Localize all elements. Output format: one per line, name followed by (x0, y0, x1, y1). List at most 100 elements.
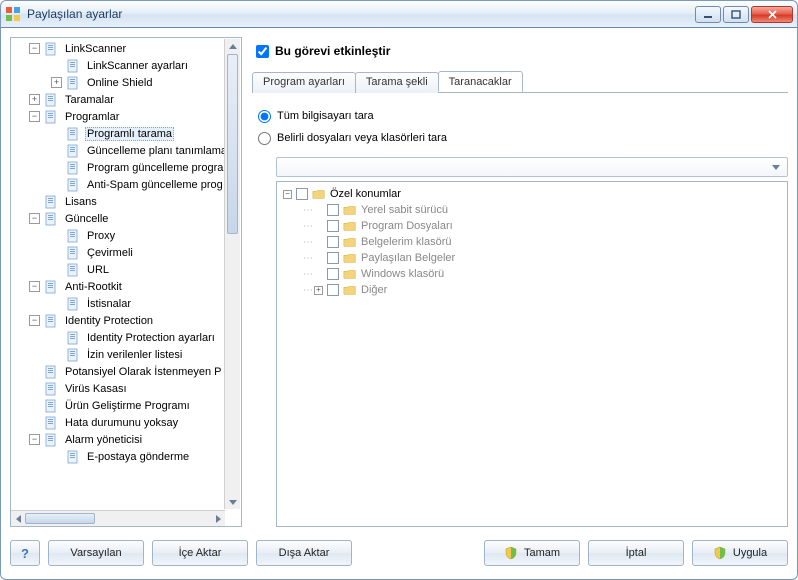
folder-icon (343, 204, 357, 216)
scroll-up-icon[interactable] (225, 39, 240, 53)
tree-line: ⋯ (303, 221, 312, 232)
scroll-thumb-vertical[interactable] (227, 54, 238, 234)
cancel-button[interactable]: İptal (588, 540, 684, 566)
tree-item[interactable]: E-postaya gönderme (11, 448, 241, 465)
radio-scan-selected-label[interactable]: Belirli dosyaları veya klasörleri tara (277, 132, 447, 144)
location-checkbox[interactable] (327, 204, 339, 216)
collapse-icon[interactable]: − (29, 434, 40, 445)
page-icon (65, 143, 81, 159)
tree-scrollbar-vertical[interactable] (224, 39, 240, 509)
import-label: İçe Aktar (179, 547, 222, 559)
tree-item[interactable]: İstisnalar (11, 295, 241, 312)
folder-icon (343, 220, 357, 232)
collapse-icon[interactable]: − (283, 190, 292, 199)
collapse-icon[interactable]: − (29, 43, 40, 54)
location-item[interactable]: ⋯Program Dosyaları (283, 218, 781, 234)
enable-task-label[interactable]: Bu görevi etkinleştir (275, 44, 390, 58)
tree-spacer (314, 254, 323, 263)
defaults-button[interactable]: Varsayılan (48, 540, 144, 566)
expand-icon[interactable]: + (314, 286, 323, 295)
location-checkbox[interactable] (327, 284, 339, 296)
location-checkbox[interactable] (327, 236, 339, 248)
page-icon (65, 58, 81, 74)
location-checkbox[interactable] (327, 268, 339, 280)
ok-button[interactable]: Tamam (484, 540, 580, 566)
path-combo[interactable] (276, 157, 788, 177)
tree-item[interactable]: Identity Protection ayarları (11, 329, 241, 346)
tree-item[interactable]: +Online Shield (11, 74, 241, 91)
tree-item[interactable]: − Anti-Rootkit (11, 278, 241, 295)
collapse-icon[interactable]: − (29, 213, 40, 224)
tree-item[interactable]: + Taramalar (11, 91, 241, 108)
scroll-left-icon[interactable] (11, 511, 25, 526)
radio-scan-all[interactable] (258, 110, 271, 123)
location-item[interactable]: ⋯+Diğer (283, 282, 781, 298)
page-icon (65, 126, 81, 142)
location-item[interactable]: −Özel konumlar (283, 186, 781, 202)
location-item[interactable]: ⋯Paylaşılan Belgeler (283, 250, 781, 266)
tree-item-label: Çevirmeli (85, 246, 135, 260)
collapse-icon[interactable]: − (29, 281, 40, 292)
tree-item[interactable]: Lisans (11, 193, 241, 210)
tree-scrollbar-horizontal[interactable] (11, 510, 225, 526)
collapse-icon[interactable]: − (29, 111, 40, 122)
tree-item[interactable]: Potansiyel Olarak İstenmeyen P (11, 363, 241, 380)
enable-task-checkbox[interactable] (256, 45, 269, 58)
tab-2[interactable]: Taranacaklar (438, 71, 523, 92)
expand-icon[interactable]: + (51, 77, 62, 88)
cancel-label: İptal (626, 547, 647, 559)
location-item[interactable]: ⋯Windows klasörü (283, 266, 781, 282)
scroll-right-icon[interactable] (211, 511, 225, 526)
location-checkbox[interactable] (327, 220, 339, 232)
tree-item[interactable]: Ürün Geliştirme Programı (11, 397, 241, 414)
collapse-icon[interactable]: − (29, 315, 40, 326)
locations-tree[interactable]: −Özel konumlar⋯Yerel sabit sürücü⋯Progra… (276, 181, 788, 527)
location-checkbox[interactable] (327, 252, 339, 264)
tree-item[interactable]: URL (11, 261, 241, 278)
tree-item[interactable]: İzin verilenler listesi (11, 346, 241, 363)
location-label: Windows klasörü (361, 268, 444, 280)
tree-item[interactable]: Güncelleme planı tanımlamal (11, 142, 241, 159)
import-button[interactable]: İçe Aktar (152, 540, 248, 566)
tree-item[interactable]: Anti-Spam güncelleme prog (11, 176, 241, 193)
tree-item-label: Identity Protection ayarları (85, 331, 217, 345)
tree-item-label: Taramalar (63, 93, 116, 107)
tree-item[interactable]: −Güncelle (11, 210, 241, 227)
scroll-down-icon[interactable] (225, 495, 240, 509)
tree-item[interactable]: −Identity Protection (11, 312, 241, 329)
tree-item[interactable]: Hata durumunu yoksay (11, 414, 241, 431)
location-checkbox[interactable] (296, 188, 308, 200)
tree-item-label: Anti-Rootkit (63, 280, 124, 294)
tree-item[interactable]: −Alarm yöneticisi (11, 431, 241, 448)
scroll-thumb-horizontal[interactable] (25, 513, 95, 524)
folder-icon (312, 188, 326, 200)
tree-item[interactable]: −Programlar (11, 108, 241, 125)
tree-item-label: URL (85, 263, 111, 277)
tree-item[interactable]: Çevirmeli (11, 244, 241, 261)
apply-button[interactable]: Uygula (692, 540, 788, 566)
location-label: Paylaşılan Belgeler (361, 252, 455, 264)
tab-0[interactable]: Program ayarları (252, 72, 356, 93)
tree-item[interactable]: −LinkScanner (11, 40, 241, 57)
tree-item[interactable]: Virüs Kasası (11, 380, 241, 397)
content-area: −LinkScannerLinkScanner ayarları+Online … (10, 37, 788, 527)
tree-item[interactable]: Proxy (11, 227, 241, 244)
tree-line: ⋯ (303, 285, 312, 296)
location-item[interactable]: ⋯Yerel sabit sürücü (283, 202, 781, 218)
tab-1[interactable]: Tarama şekli (355, 72, 439, 93)
expand-icon[interactable]: + (29, 94, 40, 105)
location-item[interactable]: ⋯Belgelerim klasörü (283, 234, 781, 250)
tree-item[interactable]: Program güncelleme progra (11, 159, 241, 176)
tree-item[interactable]: Programlı tarama (11, 125, 241, 142)
help-button[interactable]: ? (10, 540, 40, 566)
minimize-button[interactable] (695, 6, 721, 23)
app-icon (5, 6, 21, 22)
close-button[interactable] (751, 6, 793, 23)
radio-scan-all-label[interactable]: Tüm bilgisayarı tara (277, 110, 374, 122)
settings-tree[interactable]: −LinkScannerLinkScanner ayarları+Online … (11, 38, 241, 510)
export-button[interactable]: Dışa Aktar (256, 540, 352, 566)
radio-scan-selected[interactable] (258, 132, 271, 145)
tree-item[interactable]: LinkScanner ayarları (11, 57, 241, 74)
tree-spacer (314, 238, 323, 247)
maximize-button[interactable] (723, 6, 749, 23)
